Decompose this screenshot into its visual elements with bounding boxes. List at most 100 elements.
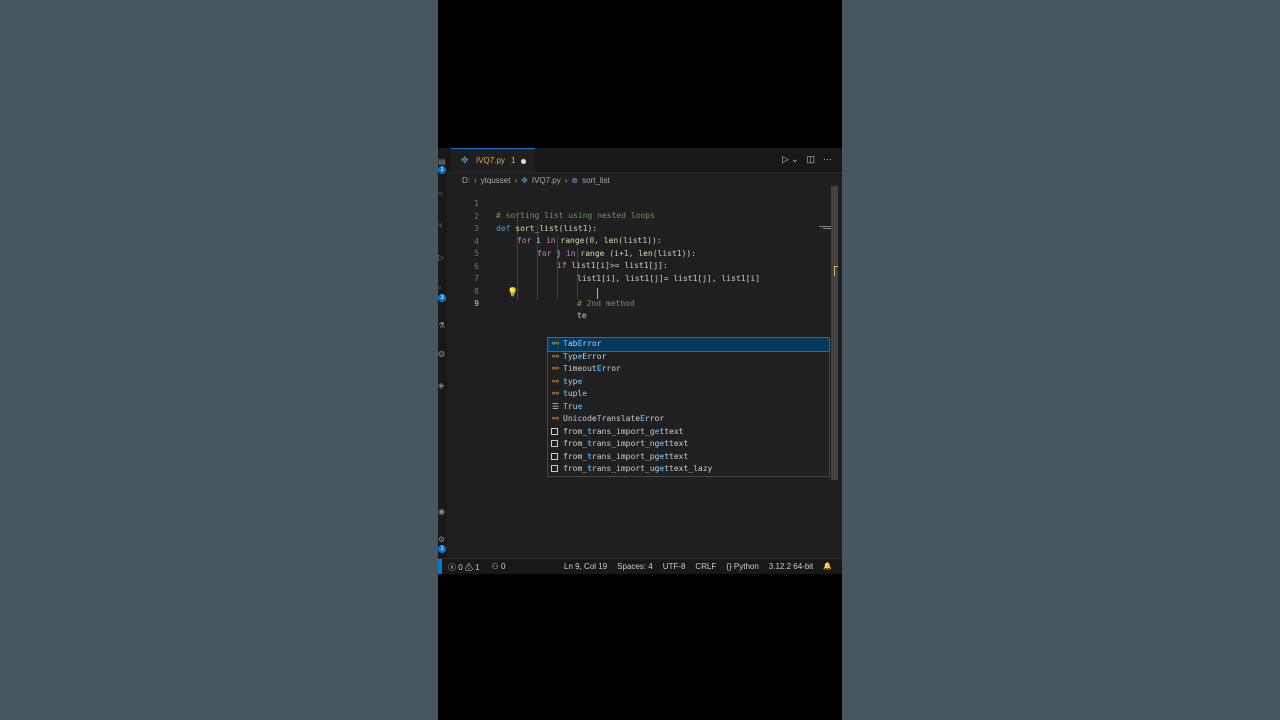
explorer-badge: 1	[438, 166, 446, 174]
explorer-icon[interactable]: ▤	[438, 158, 446, 166]
class-icon: ⚯	[552, 389, 559, 398]
code-line: 6 list1[i], list1[j]= list1[j], list1[i]	[447, 249, 817, 283]
suggestion-item[interactable]: ⚯ TypeError	[548, 351, 829, 364]
class-icon: ⚯	[552, 364, 559, 373]
ports-count: 0	[501, 562, 506, 571]
class-icon: ⚯	[552, 351, 559, 361]
video-frame: ▤ 1 ○ ⑂ ▷ ▫ 3 ⚗ ◍ ◈ ◉ ⚙ 1 ✥ IVQ7.py 1 ▷ …	[438, 0, 842, 720]
editor-actions: ▷ ⌄ ◫ ···	[782, 154, 832, 165]
class-icon: ⚯	[552, 339, 559, 348]
language-mode[interactable]: {} Python	[726, 562, 758, 571]
suggestion-item[interactable]: from_trans_import_gettext	[548, 426, 829, 439]
suggestion-label: UnicodeTranslateError	[563, 414, 665, 423]
run-dropdown-icon[interactable]: ⌄	[791, 154, 799, 165]
suggestion-label: type	[563, 376, 583, 386]
python-icon[interactable]: ◈	[438, 382, 446, 390]
breadcrumb-symbol[interactable]: sort_list	[582, 176, 610, 185]
indentation[interactable]: Spaces: 4	[617, 562, 653, 571]
suggestion-item[interactable]: ⚯ TabError	[547, 337, 830, 352]
extensions-badge: 3	[438, 294, 446, 302]
status-bar: ⓧ 0 ⚠ 1 ⚇ 0 Ln 9, Col 19 Spaces: 4 UTF-8…	[438, 558, 842, 574]
settings-badge: 1	[438, 545, 446, 553]
source-control-icon[interactable]: ⑂	[438, 222, 446, 230]
code-line: 4 for j in range (i+1, len(list1)):	[447, 224, 817, 258]
vscode-window: ▤ 1 ○ ⑂ ▷ ▫ 3 ⚗ ◍ ◈ ◉ ⚙ 1 ✥ IVQ7.py 1 ▷ …	[438, 148, 842, 574]
snippet-icon	[551, 440, 558, 447]
cursor-position[interactable]: Ln 9, Col 19	[564, 562, 607, 571]
warning-count: 1	[475, 563, 480, 572]
code-line: 1 # sorting list using nested loops	[447, 186, 817, 220]
code-text: # 2nd method	[577, 298, 635, 308]
suggestion-item[interactable]: from_trans_import_ngettext	[548, 438, 829, 451]
python-file-icon: ✥	[461, 155, 469, 165]
suggestion-item[interactable]: from_trans_import_pgettext	[548, 451, 829, 464]
breadcrumb-separator: ›	[474, 175, 477, 185]
scrollbar-warning-marker	[834, 266, 838, 276]
breadcrumb-separator: ›	[514, 175, 518, 185]
suggestion-item[interactable]: from_trans_import_ugettext_lazy	[548, 463, 829, 476]
code-line: 3 for i in range(0, len(list1)):	[447, 211, 817, 245]
suggestion-label: from_trans_import_gettext	[563, 426, 684, 436]
remote-icon[interactable]: ◍	[438, 350, 446, 358]
account-icon[interactable]: ◉	[438, 508, 446, 516]
line-number: 9	[474, 299, 479, 308]
breadcrumb-folder[interactable]: ytqusset	[481, 176, 511, 185]
tab-bar: ✥ IVQ7.py 1 ▷ ⌄ ◫ ···	[447, 148, 842, 173]
keyword-icon: ☰	[551, 401, 560, 411]
suggestion-label: TabError	[563, 339, 602, 348]
braces-icon: {}	[726, 562, 732, 571]
code-editor[interactable]: 1 # sorting list using nested loops 2 de…	[447, 186, 837, 558]
snippet-icon	[551, 427, 558, 435]
code-line-active: 9 te	[447, 286, 817, 320]
ports-icon: ⚇	[491, 562, 499, 571]
testing-icon[interactable]: ⚗	[438, 322, 446, 330]
unsaved-dot-icon[interactable]	[521, 159, 526, 164]
suggestion-label: True	[563, 401, 583, 411]
python-interpreter[interactable]: 3.12.2 64-bit	[769, 562, 813, 571]
notifications-icon[interactable]: 🔔	[823, 562, 832, 571]
error-count: 0	[458, 563, 463, 572]
suggestion-label: from_trans_import_pgettext	[563, 451, 689, 461]
ports-status[interactable]: ⚇ 0	[492, 562, 506, 573]
tab-filename: IVQ7.py	[476, 156, 505, 165]
tab-ivq7[interactable]: ✥ IVQ7.py 1	[451, 148, 535, 172]
python-file-icon: ✥	[521, 175, 528, 185]
suggestion-item[interactable]: ⚯ UnicodeTranslateError	[548, 413, 829, 426]
class-icon: ⚯	[552, 414, 559, 423]
suggestion-item[interactable]: ⚯ TimeoutError	[548, 363, 829, 376]
suggestion-label: from_trans_import_ngettext	[563, 439, 689, 448]
code-line: 5 if list1[i]>= list1[j]:	[447, 236, 817, 270]
code-text: te	[577, 311, 587, 320]
suggestion-label: TimeoutError	[563, 364, 621, 373]
encoding[interactable]: UTF-8	[663, 562, 686, 571]
code-line: 8 # 2nd method	[447, 274, 817, 308]
suggestion-item[interactable]: ⚯ tuple	[548, 388, 829, 401]
suggestion-widget: ⚯ TabError ⚯ TypeError ⚯ TimeoutError ⚯ type ⚯ tu…	[547, 337, 830, 477]
suggestion-label: from_trans_import_ugettext_lazy	[563, 464, 713, 473]
breadcrumb-file[interactable]: IVQ7.py	[532, 176, 561, 185]
suggestion-item[interactable]: ☰ True	[548, 401, 829, 414]
activity-bar: ▤ 1 ○ ⑂ ▷ ▫ 3 ⚗ ◍ ◈ ◉ ⚙ 1	[438, 148, 447, 558]
vertical-scrollbar[interactable]	[831, 186, 838, 480]
settings-icon[interactable]: ⚙	[438, 536, 446, 544]
split-editor-icon[interactable]: ◫	[806, 154, 815, 165]
problems-status[interactable]: ⓧ 0 ⚠ 1	[448, 562, 480, 573]
suggestion-label: tuple	[563, 389, 588, 398]
run-python-icon[interactable]: ▷	[782, 154, 789, 165]
code-line: 7	[447, 261, 817, 283]
class-icon: ⚯	[552, 376, 559, 386]
search-icon[interactable]: ○	[438, 190, 446, 198]
remote-indicator[interactable]	[438, 559, 442, 574]
text-cursor	[597, 288, 598, 299]
line-ending[interactable]: CRLF	[695, 562, 716, 571]
snippet-icon	[551, 452, 558, 460]
suggestion-label: TypeError	[563, 351, 607, 361]
more-actions-icon[interactable]: ···	[823, 154, 832, 165]
extensions-icon[interactable]: ▫	[438, 284, 446, 292]
suggestion-item[interactable]: ⚯ type	[548, 376, 829, 389]
lightbulb-icon[interactable]: 💡	[507, 288, 518, 298]
breadcrumb: D: › ytqusset › ✥ IVQ7.py › ⊛ sort_list	[462, 174, 610, 186]
breadcrumb-drive[interactable]: D:	[462, 176, 470, 185]
run-debug-icon[interactable]: ▷	[438, 254, 446, 262]
snippet-icon	[551, 465, 558, 472]
